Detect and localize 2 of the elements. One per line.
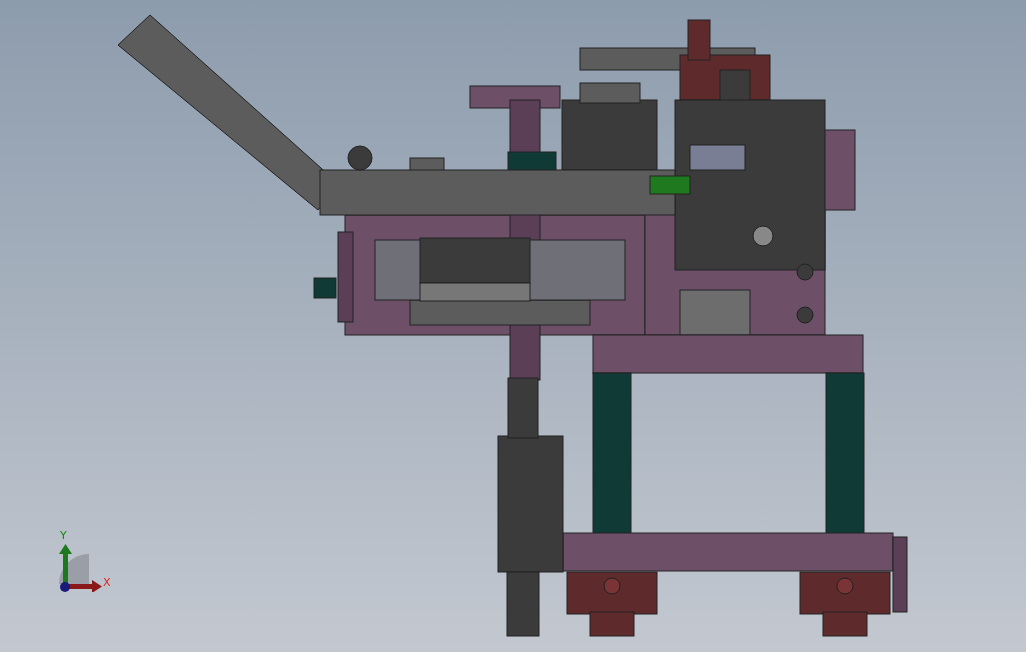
y-axis-label: Y [60, 530, 67, 542]
x-axis-label: X [103, 577, 111, 589]
